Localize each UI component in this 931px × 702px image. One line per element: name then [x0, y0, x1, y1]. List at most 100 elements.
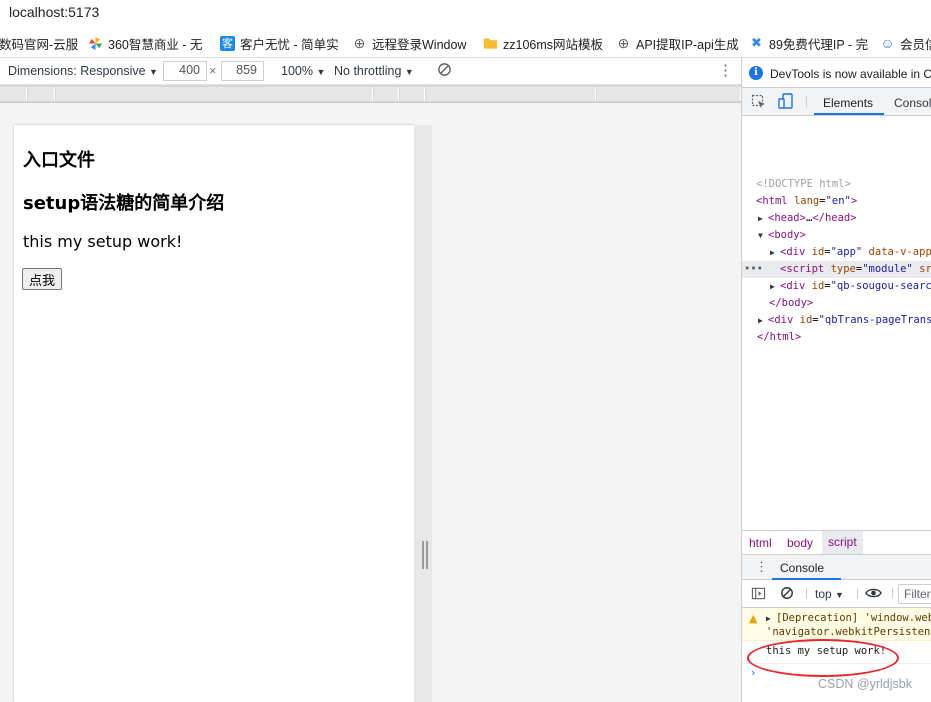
- head-node[interactable]: ▶ <head>…</head>: [758, 210, 857, 227]
- tab-console[interactable]: Console: [894, 96, 931, 110]
- body-close-node[interactable]: </body>: [769, 295, 813, 312]
- device-toggle-icon[interactable]: [778, 93, 794, 113]
- throttling-select[interactable]: No throttling ▼: [334, 64, 414, 78]
- bookmark-item[interactable]: 数码官网-云服: [0, 28, 79, 57]
- cross-icon: ✖: [751, 35, 762, 50]
- html-close-node[interactable]: </html>: [757, 329, 801, 346]
- bookmark-item[interactable]: ⊕ 远程登录Window: [352, 28, 467, 57]
- div-trans-node[interactable]: ▶ <div id="qbTrans-pageTrans": [758, 312, 931, 329]
- drawer-menu-icon[interactable]: ⋮: [755, 559, 768, 575]
- warning-icon: ▲: [749, 612, 758, 625]
- clear-console-icon[interactable]: [780, 586, 794, 603]
- toolbar-divider: |: [856, 585, 860, 599]
- ruler-segment[interactable]: [0, 87, 27, 101]
- width-input[interactable]: 400: [163, 61, 207, 81]
- bookmark-item[interactable]: 360智慧商业 - 无: [88, 28, 203, 57]
- pinwheel-icon: [88, 36, 103, 51]
- kehu-icon: 客: [220, 35, 235, 51]
- dimensions-select[interactable]: Dimensions: Responsive ▼: [8, 64, 158, 78]
- breadcrumb: html body script: [742, 530, 931, 554]
- folder-icon: [483, 36, 498, 51]
- ruler-segment[interactable]: [56, 87, 373, 101]
- console-warning[interactable]: ▲ ▶[Deprecation] 'window.webkitStorageIn…: [742, 608, 931, 641]
- devtools-tabbar: | Elements Console: [742, 88, 931, 116]
- address-bar[interactable]: localhost:5173: [0, 0, 931, 28]
- devtools-notice: i DevTools is now available in Chinese: [742, 58, 931, 88]
- dropdown-arrow-icon: ▼: [835, 590, 844, 600]
- doctype-node[interactable]: <!DOCTYPE html>: [756, 176, 851, 193]
- ruler-segment[interactable]: [597, 87, 741, 101]
- more-options-icon[interactable]: ⋮: [718, 61, 733, 79]
- user-icon: ☺: [880, 35, 895, 51]
- click-me-button[interactable]: 点我: [22, 268, 63, 290]
- browser-window: localhost:5173 数码官网-云服 360智慧商业 - 无 客 客户无…: [0, 0, 931, 702]
- script-node[interactable]: <script type="module" src: [780, 261, 931, 278]
- times-sign: ×: [209, 64, 217, 78]
- breadcrumb-body[interactable]: body: [787, 536, 813, 550]
- console-drawer-header: ⋮ Console: [742, 554, 931, 580]
- red-annotation-circle: [747, 639, 899, 677]
- inspect-element-icon[interactable]: [751, 94, 767, 113]
- bookmark-label: 89免费代理IP - 完: [769, 37, 869, 52]
- breadcrumb-html[interactable]: html: [749, 536, 772, 550]
- breadcrumb-script[interactable]: script: [822, 531, 863, 554]
- resize-handle[interactable]: [422, 541, 428, 569]
- html-node[interactable]: <html lang="en">: [756, 193, 857, 210]
- media-query-ruler: [0, 85, 741, 103]
- bookmark-label: zz106ms网站模板: [503, 37, 604, 52]
- throttling-label: No throttling: [334, 64, 402, 78]
- ruler-segment[interactable]: [28, 87, 55, 101]
- tab-divider: |: [805, 94, 809, 108]
- eye-icon[interactable]: [865, 587, 882, 602]
- zoom-label: 100%: [281, 64, 313, 78]
- page-paragraph: this my setup work!: [23, 232, 183, 251]
- bookmark-label: 数码官网-云服: [0, 37, 79, 52]
- ruler-segment[interactable]: [400, 87, 425, 101]
- dropdown-arrow-icon: ▼: [316, 67, 326, 77]
- console-filter-input[interactable]: Filter: [898, 584, 931, 604]
- emulated-page: 入口文件 setup语法糖的简单介绍 this my setup work! 点…: [14, 125, 414, 702]
- expand-triangle-icon[interactable]: ▶: [766, 614, 776, 623]
- dropdown-arrow-icon: ▼: [404, 67, 414, 77]
- elements-tree: <!DOCTYPE html> <html lang="en"> ▶ <head>…: [742, 116, 931, 530]
- toolbar-divider: |: [891, 585, 895, 599]
- console-toolbar: | top ▼ | | Filter: [742, 580, 931, 608]
- zoom-select[interactable]: 100% ▼: [281, 64, 325, 78]
- collapse-triangle-icon[interactable]: ▼: [758, 227, 768, 244]
- bookmark-label: 客户无忧 - 简单实: [240, 37, 339, 52]
- div-sougou-node[interactable]: ▶<div id="qb-sougou-search": [770, 278, 931, 295]
- height-input[interactable]: 859: [221, 61, 264, 81]
- preview-side-strip: [414, 125, 432, 702]
- drawer-tab-console[interactable]: Console: [780, 561, 824, 575]
- toolbar-divider: |: [805, 585, 809, 599]
- devtools-panel: i DevTools is now available in Chinese |…: [741, 58, 931, 702]
- page-subheading: setup语法糖的简单介绍: [23, 193, 225, 214]
- warning-line-2: 'navigator.webkitPersistentStorage': [766, 626, 931, 638]
- ruler-segment[interactable]: [426, 87, 596, 101]
- console-prompt-icon[interactable]: ›: [751, 666, 755, 679]
- warning-line-1: ▶[Deprecation] 'window.webkitStorageInfo…: [766, 612, 931, 624]
- expand-triangle-icon[interactable]: ▶: [770, 244, 780, 261]
- bookmark-item[interactable]: ✖ 89免费代理IP - 完: [749, 28, 869, 57]
- url-text: localhost:5173: [9, 4, 100, 20]
- node-dots-icon[interactable]: •••: [744, 261, 763, 278]
- bookmark-item[interactable]: 客 客户无忧 - 简单实: [220, 28, 339, 57]
- tab-elements[interactable]: Elements: [823, 96, 873, 110]
- rotate-disabled-icon[interactable]: [437, 62, 452, 80]
- ruler-segment[interactable]: [374, 87, 399, 101]
- device-preview: 入口文件 setup语法糖的简单介绍 this my setup work! 点…: [0, 103, 741, 702]
- dropdown-arrow-icon: ▼: [149, 67, 158, 77]
- context-select[interactable]: top ▼: [815, 587, 844, 601]
- sidebar-toggle-icon[interactable]: [751, 586, 766, 604]
- dimensions-label: Dimensions: Responsive: [8, 64, 146, 78]
- body-node[interactable]: ▼ <body>: [758, 227, 806, 244]
- expand-triangle-icon[interactable]: ▶: [758, 312, 768, 329]
- bookmark-label: 远程登录Window: [372, 37, 467, 52]
- expand-triangle-icon[interactable]: ▶: [758, 210, 768, 227]
- bookmark-item[interactable]: ☺ 会员信: [880, 28, 931, 57]
- expand-triangle-icon[interactable]: ▶: [770, 278, 780, 295]
- bookmark-label: 360智慧商业 - 无: [108, 37, 203, 52]
- bookmark-item[interactable]: zz106ms网站模板: [483, 28, 604, 57]
- bookmark-item[interactable]: ⊕ API提取IP-api生成: [616, 28, 739, 57]
- div-app-node[interactable]: ▶ <div id="app" data-v-app: [770, 244, 931, 261]
